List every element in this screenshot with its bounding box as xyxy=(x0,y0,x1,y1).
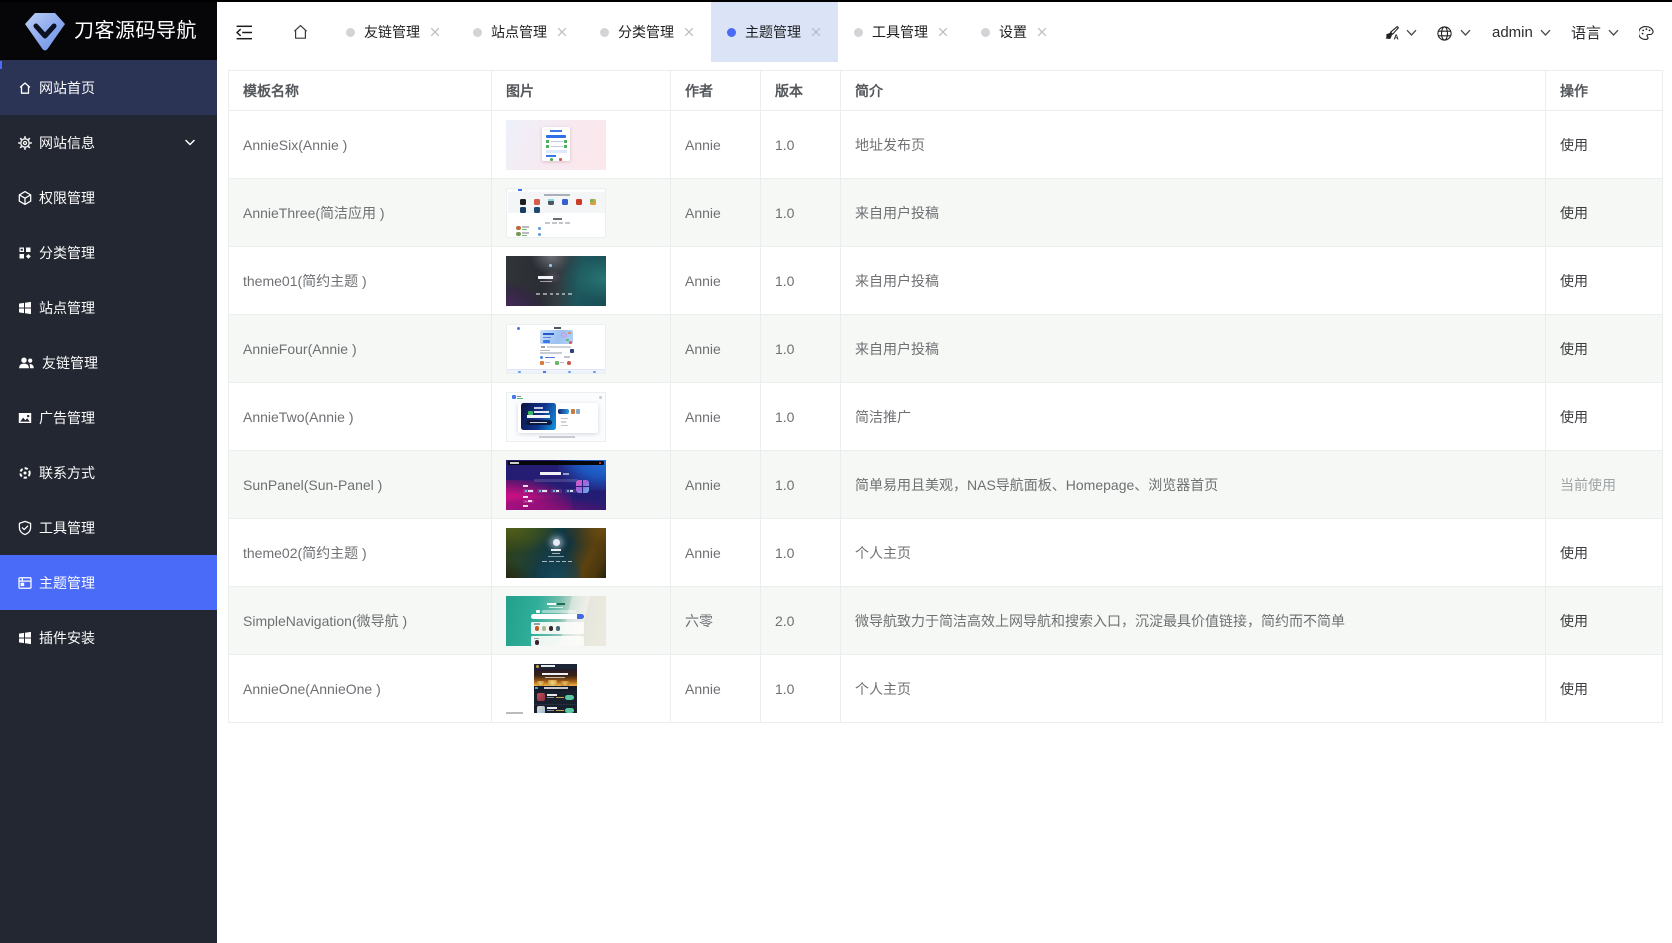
svg-text:A: A xyxy=(1394,35,1399,40)
